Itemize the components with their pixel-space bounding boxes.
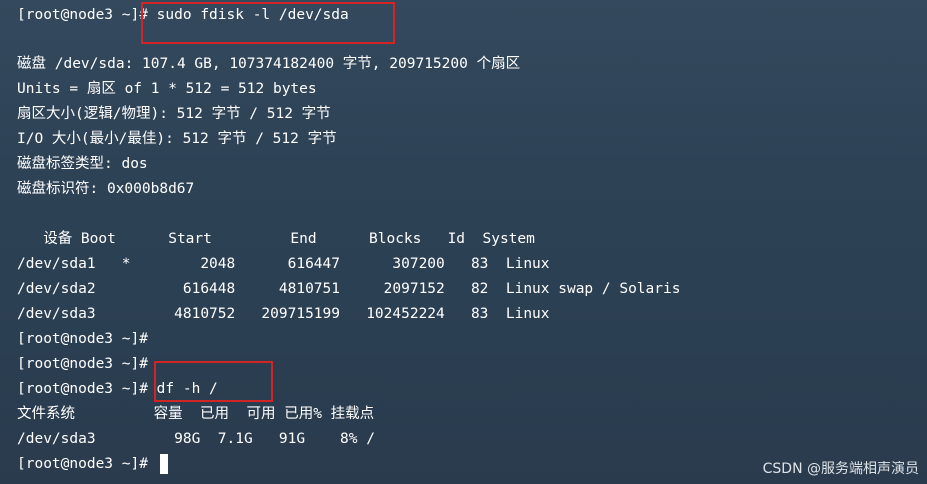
- highlight-box-df: [154, 361, 273, 402]
- terminal-line: Units = 扇区 of 1 * 512 = 512 bytes: [17, 81, 317, 97]
- terminal-line: 磁盘标识符: 0x000b8d67: [17, 181, 195, 197]
- partition-row: /dev/sda2 616448 4810751 2097152 82 Linu…: [17, 281, 681, 297]
- terminal-line: 扇区大小(逻辑/物理): 512 字节 / 512 字节: [17, 106, 331, 122]
- watermark: CSDN @服务端相声演员: [762, 461, 919, 477]
- filesystem-table-header: 文件系统 容量 已用 可用 已用% 挂载点: [17, 406, 375, 422]
- terminal-line: 磁盘 /dev/sda: 107.4 GB, 107374182400 字节, …: [17, 56, 521, 72]
- terminal-line: 磁盘标签类型: dos: [17, 156, 148, 172]
- terminal-prompt: [root@node3 ~]#: [17, 331, 148, 347]
- partition-row: /dev/sda3 4810752 209715199 102452224 83…: [17, 306, 550, 322]
- terminal-prompt: [root@node3 ~]#: [17, 356, 148, 372]
- highlight-box-fdisk: [141, 2, 395, 44]
- text-cursor: [160, 454, 168, 474]
- terminal-window[interactable]: [root@node3 ~]# sudo fdisk -l /dev/sda 磁…: [0, 0, 927, 484]
- terminal-line: I/O 大小(最小/最佳): 512 字节 / 512 字节: [17, 131, 337, 147]
- partition-row: /dev/sda1 * 2048 616447 307200 83 Linux: [17, 256, 550, 272]
- terminal-input-line[interactable]: [root@node3 ~]#: [17, 454, 157, 474]
- partition-table-header: 设备 Boot Start End Blocks Id System: [17, 231, 535, 247]
- filesystem-row: /dev/sda3 98G 7.1G 91G 8% /: [17, 431, 375, 447]
